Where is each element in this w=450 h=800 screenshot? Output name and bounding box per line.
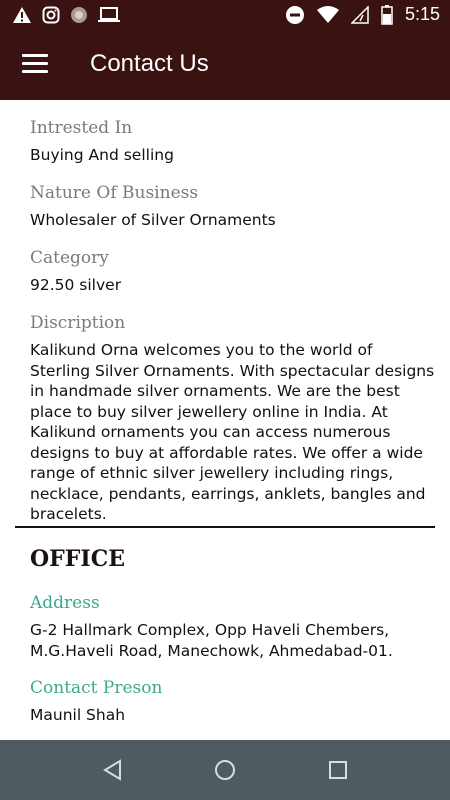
signal-icon bbox=[350, 5, 369, 24]
field-description: Discription Kalikund Orna welcomes you t… bbox=[30, 312, 435, 525]
page-title: Contact Us bbox=[90, 50, 209, 77]
field-label: Category bbox=[30, 248, 109, 268]
field-contact-person: Contact Preson Maunil Shah bbox=[30, 677, 435, 726]
field-label: Discription bbox=[30, 313, 126, 333]
office-section-title: OFFICE bbox=[30, 546, 125, 572]
field-label: Nature Of Business bbox=[30, 183, 199, 203]
field-label: Intrested In bbox=[30, 118, 133, 138]
field-value: Buying And selling bbox=[30, 146, 174, 164]
section-divider bbox=[15, 526, 435, 528]
status-bar: 5:15 bbox=[0, 0, 450, 32]
app-bar: Contact Us bbox=[0, 32, 450, 100]
back-icon[interactable] bbox=[101, 758, 125, 782]
address-value: G-2 Hallmark Complex, Opp Haveli Chember… bbox=[30, 621, 393, 660]
field-nature-of-business: Nature Of Business Wholesaler of Silver … bbox=[30, 182, 435, 231]
laptop-icon bbox=[98, 7, 120, 22]
field-interested-in: Intrested In Buying And selling bbox=[30, 117, 435, 166]
field-value: 92.50 silver bbox=[30, 276, 122, 294]
circle-app-icon bbox=[71, 7, 87, 23]
status-left-icons bbox=[12, 6, 120, 24]
do-not-disturb-icon bbox=[285, 5, 304, 24]
recent-apps-icon[interactable] bbox=[326, 758, 350, 782]
contact-person-value: Maunil Shah bbox=[30, 706, 126, 724]
field-value: Wholesaler of Silver Ornaments bbox=[30, 211, 276, 229]
field-value: Kalikund Orna welcomes you to the world … bbox=[30, 341, 435, 523]
field-category: Category 92.50 silver bbox=[30, 247, 435, 296]
warning-icon bbox=[13, 7, 31, 23]
status-time: 5:15 bbox=[404, 4, 440, 24]
wifi-icon bbox=[316, 5, 339, 23]
contact-person-label: Contact Preson bbox=[30, 678, 163, 698]
instagram-icon bbox=[42, 6, 60, 24]
navigation-bar bbox=[0, 740, 450, 800]
battery-icon bbox=[381, 4, 393, 25]
address-label: Address bbox=[30, 593, 100, 613]
field-office-address: Address G-2 Hallmark Complex, Opp Haveli… bbox=[30, 592, 435, 661]
status-right-icons: 5:15 bbox=[285, 4, 440, 25]
contact-content[interactable]: Intrested In Buying And selling Nature O… bbox=[0, 100, 450, 740]
home-icon[interactable] bbox=[213, 758, 237, 782]
menu-icon[interactable] bbox=[22, 54, 48, 74]
